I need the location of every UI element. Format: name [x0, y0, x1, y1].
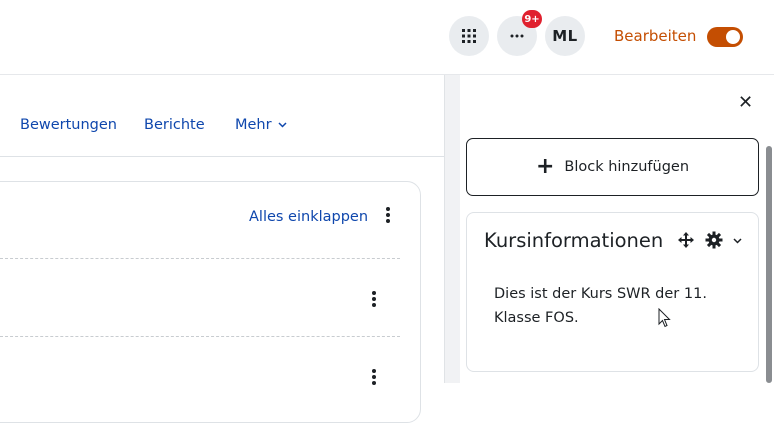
section-divider [0, 258, 400, 259]
grid-icon [462, 29, 476, 43]
section-menu-kebab-icon[interactable] [372, 291, 376, 309]
user-avatar-button[interactable]: ML [545, 16, 585, 56]
nav-item-mehr[interactable]: Mehr [235, 117, 287, 133]
move-icon[interactable] [678, 232, 694, 248]
section-menu-kebab-icon[interactable] [372, 369, 376, 387]
drawer-scrollbar[interactable] [766, 146, 772, 383]
nav-item-berichte[interactable]: Berichte [144, 117, 205, 133]
edit-mode-toggle[interactable] [707, 27, 743, 47]
edit-mode-label: Bearbeiten [614, 27, 697, 45]
avatar-initials: ML [552, 27, 578, 45]
collapse-all-link[interactable]: Alles einklappen [249, 209, 368, 225]
top-navbar: 9+ ML Bearbeiten [0, 0, 774, 75]
add-block-button[interactable]: + Block hinzufügen [466, 138, 759, 196]
add-block-label: Block hinzufügen [564, 159, 690, 175]
notification-badge: 9+ [522, 10, 542, 28]
nav-item-mehr-label: Mehr [235, 117, 272, 133]
app-drawer-button[interactable] [449, 16, 489, 56]
secondary-navigation: Bewertungen Berichte Mehr [0, 75, 444, 157]
chevron-down-icon [278, 122, 287, 128]
section-divider [0, 336, 400, 337]
drawer-separator [444, 75, 461, 383]
chevron-down-icon[interactable] [733, 238, 742, 244]
mouse-pointer-icon [658, 308, 671, 328]
plus-icon: + [535, 154, 555, 179]
close-drawer-icon[interactable]: ✕ [738, 92, 753, 113]
nav-item-bewertungen[interactable]: Bewertungen [20, 117, 117, 133]
ellipsis-icon [510, 34, 524, 38]
toggle-knob [726, 30, 740, 44]
block-title: Kursinformationen [484, 229, 664, 252]
course-menu-kebab-icon[interactable] [386, 207, 390, 225]
block-content-text: Dies ist der Kurs SWR der 11. Klasse FOS… [494, 286, 707, 326]
gear-icon[interactable] [705, 231, 723, 249]
